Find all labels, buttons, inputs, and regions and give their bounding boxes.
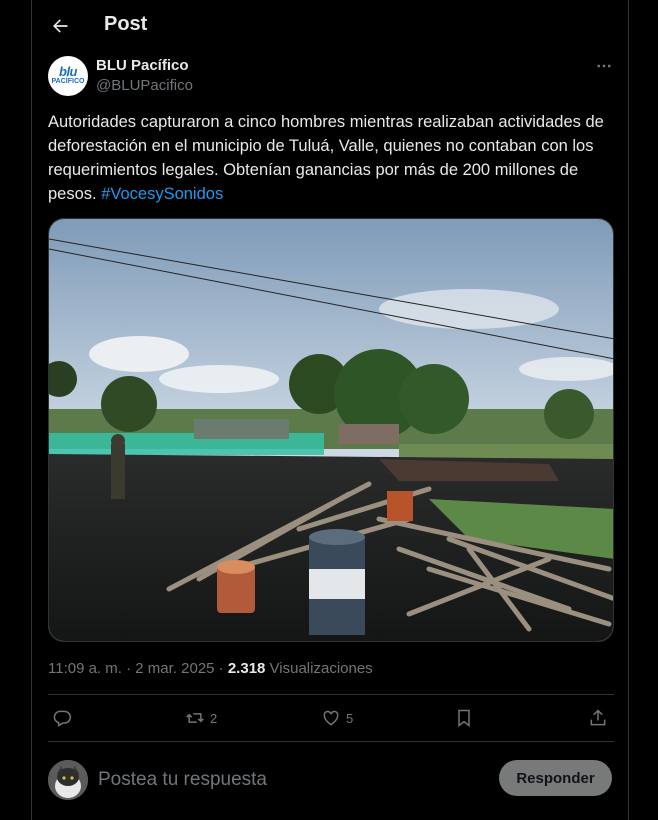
reply-submit-button[interactable]: Responder — [499, 760, 612, 796]
heart-icon — [323, 710, 339, 726]
comment-icon — [53, 710, 72, 727]
meta-separator: · — [121, 660, 136, 677]
divider-bottom — [48, 741, 614, 742]
share-button[interactable] — [588, 700, 608, 736]
like-count: 5 — [346, 710, 354, 726]
views-label: Visualizaciones — [265, 660, 373, 677]
post-meta: 11:09 a. m. · 2 mar. 2025 · 2.318 Visual… — [48, 660, 373, 677]
meta-separator-2: · — [214, 660, 228, 677]
more-icon — [597, 64, 611, 68]
views-count: 2.318 — [227, 660, 266, 677]
post-text: Autoridades capturaron a cinco hombres m… — [48, 110, 614, 206]
repost-button[interactable]: 2 — [184, 700, 217, 736]
share-icon — [590, 709, 606, 726]
header: Post — [32, 0, 628, 52]
user-avatar[interactable] — [48, 760, 88, 800]
cat-avatar-image — [48, 760, 88, 800]
author-avatar[interactable]: blu PACÍFICO — [48, 56, 88, 96]
post-column: Post blu PACÍFICO BLU Pacífico @BLUPacif… — [31, 0, 629, 820]
post-time[interactable]: 11:09 a. m. — [48, 660, 122, 677]
avatar-logo-subtext: PACÍFICO — [51, 78, 85, 85]
hashtag-link[interactable]: #VocesySonidos — [101, 185, 223, 203]
repost-count: 2 — [210, 710, 218, 726]
post-date[interactable]: 2 mar. 2025 — [135, 660, 214, 677]
page-title: Post — [104, 13, 148, 35]
bookmark-icon — [458, 709, 470, 727]
arrow-left-icon — [53, 19, 68, 33]
author-name[interactable]: BLU Pacífico — [96, 57, 189, 74]
like-button[interactable]: 5 — [320, 700, 353, 736]
more-options-button[interactable] — [590, 54, 618, 78]
deforestation-photo — [49, 219, 613, 641]
reply-button[interactable] — [52, 700, 76, 736]
reply-input[interactable] — [98, 766, 478, 794]
back-button[interactable] — [44, 10, 76, 42]
avatar-logo-text: blu — [59, 64, 78, 79]
action-bar: 2 5 — [48, 700, 614, 736]
repost-icon — [186, 713, 204, 723]
author-handle[interactable]: @BLUPacifico — [96, 77, 193, 94]
post-image[interactable] — [48, 218, 614, 642]
reply-composer: Responder — [48, 758, 614, 802]
bookmark-button[interactable] — [454, 700, 474, 736]
divider-top — [48, 694, 614, 695]
